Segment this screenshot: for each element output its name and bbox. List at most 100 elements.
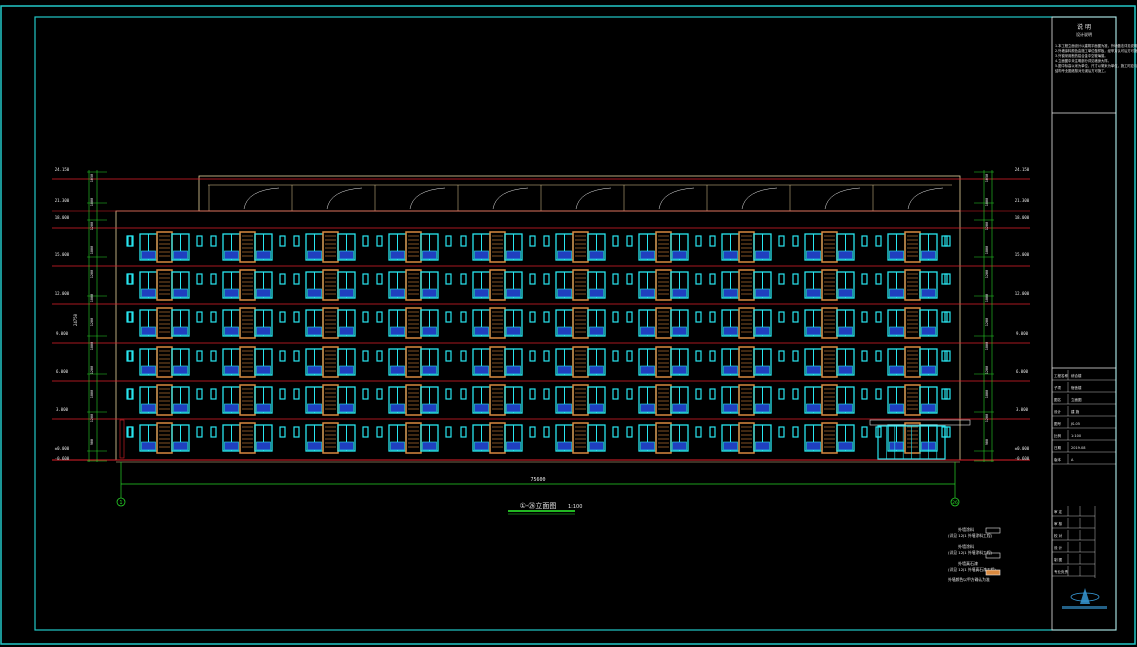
dimension-segment: 1800 bbox=[985, 294, 989, 302]
title-block-key: 日期 bbox=[1054, 445, 1062, 450]
signature-role: 制 图 bbox=[1054, 557, 1063, 562]
window-glass bbox=[921, 403, 936, 413]
window-glass bbox=[557, 365, 572, 375]
elevation-label: 21.300 bbox=[55, 198, 70, 203]
window-glass bbox=[474, 288, 489, 298]
elevation-label: 18.000 bbox=[1015, 215, 1030, 220]
window-glass bbox=[640, 441, 655, 451]
dimension-segment: 1800 bbox=[985, 198, 989, 206]
dimension-segment: 1800 bbox=[90, 294, 94, 302]
title-block-key: 比例 bbox=[1054, 433, 1062, 438]
dimension-segment: 1200 bbox=[985, 366, 989, 374]
window-glass bbox=[889, 403, 904, 413]
window-glass bbox=[307, 288, 322, 298]
window-glass bbox=[339, 403, 354, 413]
window-glass bbox=[390, 326, 405, 336]
dimension-segment: 1200 bbox=[90, 222, 94, 230]
window-glass bbox=[339, 250, 354, 260]
dimension-segment: 1200 bbox=[985, 414, 989, 422]
window-glass bbox=[838, 441, 853, 451]
window-glass bbox=[390, 403, 405, 413]
title-block-key: 工程名称 bbox=[1054, 373, 1069, 378]
window-glass bbox=[256, 441, 271, 451]
window-glass bbox=[640, 365, 655, 375]
window-glass bbox=[339, 441, 354, 451]
window-glass bbox=[838, 326, 853, 336]
window-glass bbox=[921, 326, 936, 336]
elevation-label: 6.000 bbox=[56, 369, 69, 374]
drawing-scale: 1:100 bbox=[568, 504, 582, 510]
window-glass bbox=[921, 288, 936, 298]
elevation-label: 9.000 bbox=[1016, 331, 1029, 336]
legend-label: 外墙真石漆 bbox=[958, 560, 978, 566]
window-glass bbox=[806, 326, 821, 336]
title-block-subheader: 设计说明 bbox=[1076, 31, 1092, 37]
window-glass bbox=[141, 250, 156, 260]
title-block-note: 5.图中标高以米为单位，尺寸以毫米为单位，施工时应与 bbox=[1055, 63, 1137, 68]
elevation-label: 12.000 bbox=[1015, 291, 1030, 296]
window-glass bbox=[506, 288, 521, 298]
window-glass bbox=[723, 250, 738, 260]
dimension-segment: 1800 bbox=[90, 198, 94, 206]
dimension-segment: 1200 bbox=[985, 222, 989, 230]
window-glass bbox=[640, 250, 655, 260]
dimension-segment: 1800 bbox=[985, 342, 989, 350]
window-glass bbox=[838, 403, 853, 413]
window-glass bbox=[173, 250, 188, 260]
title-block-note: 4.立面图中未注明部分详见墙身大样。 bbox=[1055, 58, 1111, 63]
elevation-label: -0.600 bbox=[1015, 456, 1030, 461]
window-glass bbox=[589, 288, 604, 298]
window-glass bbox=[173, 403, 188, 413]
window-glass bbox=[640, 288, 655, 298]
window-glass bbox=[557, 250, 572, 260]
dimension-segment: 1800 bbox=[985, 390, 989, 398]
window-glass bbox=[672, 326, 687, 336]
window-glass bbox=[755, 403, 770, 413]
window-glass bbox=[422, 365, 437, 375]
title-block-key: 设计 bbox=[1054, 409, 1062, 414]
overall-dimension-text: 75600 bbox=[530, 477, 545, 483]
window-glass bbox=[723, 441, 738, 451]
window-glass bbox=[474, 250, 489, 260]
elevation-label: 15.000 bbox=[1015, 252, 1030, 257]
window-glass bbox=[723, 326, 738, 336]
elevation-label: 3.000 bbox=[56, 407, 69, 412]
window-glass bbox=[557, 441, 572, 451]
window-glass bbox=[224, 250, 239, 260]
drawing-title-text: ①-㉖立面图 bbox=[520, 501, 557, 510]
window-glass bbox=[755, 326, 770, 336]
window-glass bbox=[307, 441, 322, 451]
window-glass bbox=[506, 250, 521, 260]
signature-role: 专业负责 bbox=[1054, 569, 1069, 574]
window-glass bbox=[141, 365, 156, 375]
window-glass bbox=[838, 250, 853, 260]
legend-note: 外墙颜色以甲方确认为准 bbox=[948, 577, 990, 582]
title-block-value: JS-05 bbox=[1070, 422, 1080, 426]
elevation-label: ±0.000 bbox=[1015, 446, 1030, 451]
window-glass bbox=[838, 365, 853, 375]
title-block-key: 图名 bbox=[1054, 397, 1061, 402]
legend-label: 外墙涂料 bbox=[958, 526, 974, 532]
window-glass bbox=[256, 365, 271, 375]
elevation-label: 15.000 bbox=[55, 252, 70, 257]
window-glass bbox=[672, 441, 687, 451]
title-block-note: 1.本工程立面设计以建筑平面图为准，外墙做法详见说明。 bbox=[1055, 43, 1137, 48]
window-glass bbox=[256, 250, 271, 260]
window-glass bbox=[390, 441, 405, 451]
signature-role: 审 定 bbox=[1054, 509, 1063, 514]
window-glass bbox=[589, 403, 604, 413]
window-glass bbox=[838, 288, 853, 298]
window-glass bbox=[921, 365, 936, 375]
window-glass bbox=[390, 365, 405, 375]
window-glass bbox=[224, 365, 239, 375]
window-glass bbox=[307, 250, 322, 260]
window-glass bbox=[806, 441, 821, 451]
window-glass bbox=[474, 326, 489, 336]
window-glass bbox=[672, 250, 687, 260]
elevation-label: 24.150 bbox=[1015, 167, 1030, 172]
dimension-segment: 1200 bbox=[985, 318, 989, 326]
title-block-value: 综合楼 bbox=[1071, 373, 1082, 378]
dimension-segment: 1200 bbox=[90, 318, 94, 326]
window-glass bbox=[672, 365, 687, 375]
elevation-label: 9.000 bbox=[56, 331, 69, 336]
